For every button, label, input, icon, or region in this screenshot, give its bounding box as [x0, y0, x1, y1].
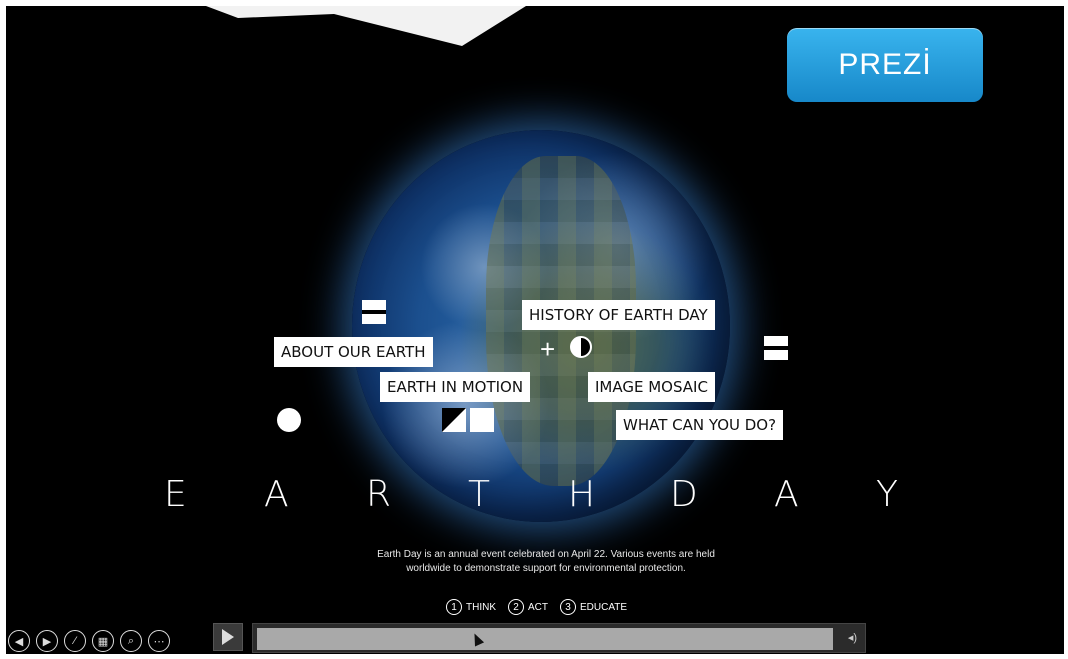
play-button[interactable] [213, 623, 243, 651]
slides-icon[interactable]: ▦ [92, 630, 114, 652]
circle-icon[interactable] [277, 408, 301, 432]
stripe-square-icon[interactable] [362, 300, 386, 324]
title-letter: T [468, 474, 490, 515]
step-label: ACT [528, 601, 548, 613]
title-letter: A [774, 474, 799, 515]
next-icon[interactable]: ▶ [36, 630, 58, 652]
pen-icon[interactable]: ⁄ [64, 630, 86, 652]
topic-image-mosaic[interactable]: IMAGE MOSAIC [588, 372, 715, 402]
step-number: 1 [446, 599, 462, 615]
title-letter: H [568, 474, 596, 515]
step-number: 3 [560, 599, 576, 615]
plus-icon: + [540, 334, 556, 364]
media-progress-bar[interactable]: ◂) [252, 623, 866, 653]
topic-about-our-earth[interactable]: ABOUT OUR EARTH [274, 337, 433, 367]
square-icon[interactable] [470, 408, 494, 432]
step-think[interactable]: 1 THINK [446, 599, 496, 615]
earth-day-title: E A R T H D A Y [6, 474, 1064, 524]
progress-track[interactable] [257, 628, 833, 650]
topic-what-can-you-do[interactable]: WHAT CAN YOU DO? [616, 410, 784, 440]
slideshow-controls: ◀ ▶ ⁄ ▦ ⌕ ⋯ [6, 630, 170, 654]
step-label: EDUCATE [580, 601, 628, 613]
decorative-wedge [206, 6, 526, 46]
title-letter: A [264, 474, 289, 515]
step-educate[interactable]: 3 EDUCATE [560, 599, 627, 615]
topic-history-of-earth-day[interactable]: HISTORY OF EARTH DAY [522, 300, 715, 330]
title-letter: E [164, 474, 187, 515]
topic-earth-in-motion[interactable]: EARTH IN MOTION [380, 372, 531, 402]
prezi-button[interactable]: PREZİ [787, 28, 983, 102]
more-icon[interactable]: ⋯ [148, 630, 170, 652]
title-letter: Y [876, 474, 898, 515]
prev-icon[interactable]: ◀ [8, 630, 30, 652]
step-label: THINK [466, 601, 496, 613]
stripe-square-icon[interactable] [764, 336, 788, 360]
presentation-stage: PREZİ + ABOUT OUR EARTH HISTORY OF EARTH… [6, 6, 1064, 654]
step-act[interactable]: 2 ACT [508, 599, 548, 615]
title-letter: R [366, 474, 392, 515]
zoom-icon[interactable]: ⌕ [120, 630, 142, 652]
steps-list: 1 THINK 2 ACT 3 EDUCATE [446, 599, 627, 615]
earth-day-description: Earth Day is an annual event celebrated … [377, 549, 715, 574]
volume-icon[interactable]: ◂) [848, 631, 857, 644]
triangle-square-icon[interactable] [442, 408, 466, 432]
step-number: 2 [508, 599, 524, 615]
half-circle-icon[interactable] [570, 336, 592, 358]
title-letter: D [670, 474, 698, 515]
